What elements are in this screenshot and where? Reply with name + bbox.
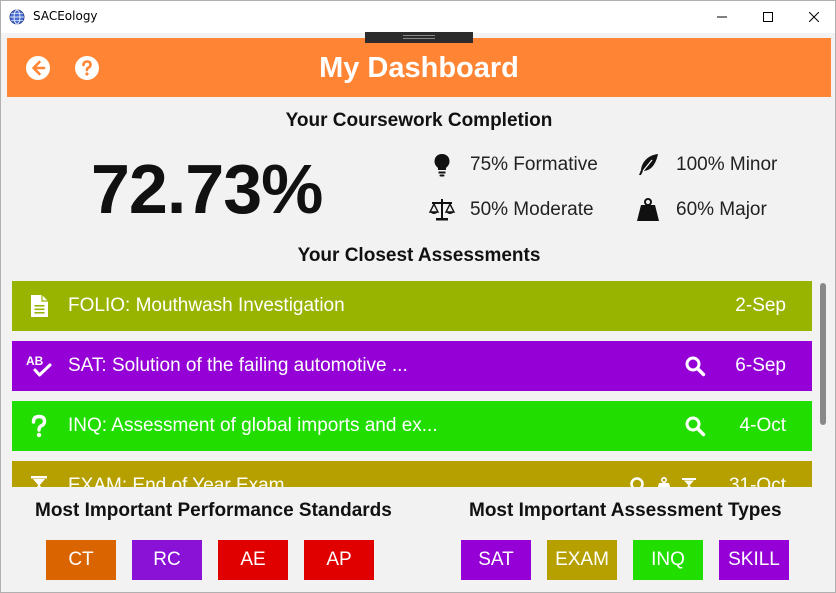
svg-text:AB: AB [26, 354, 44, 368]
assessment-date: 31-Oct [728, 475, 786, 487]
feather-icon [639, 154, 658, 175]
assessment-date: 6-Sep [735, 355, 786, 376]
assessment-list[interactable]: FOLIO: Mouthwash Investigation 2-Sep AB … [12, 281, 812, 487]
assessment-tools [629, 476, 699, 487]
type-tag-skill[interactable]: SKILL [719, 540, 789, 580]
dashboard-header: My Dashboard [7, 38, 831, 97]
type-tag-sat[interactable]: SAT [461, 540, 531, 580]
spellcheck-icon: AB [26, 354, 52, 377]
completion-percentage: 72.73% [91, 150, 323, 228]
assessment-row[interactable]: AB SAT: Solution of the failing automoti… [12, 341, 812, 391]
assessment-date: 2-Sep [735, 295, 786, 316]
lightbulb-icon [434, 154, 450, 177]
hourglass-icon [31, 476, 47, 487]
stat-major-label: 60% Major [676, 199, 767, 220]
search-icon[interactable] [684, 415, 706, 437]
standard-tag-ap[interactable]: AP [304, 540, 374, 580]
assessment-date: 4-Oct [739, 415, 786, 436]
drag-handle[interactable] [365, 32, 473, 43]
stat-moderate: 50% Moderate [428, 196, 594, 224]
hourglass-icon [682, 478, 696, 487]
page-title: My Dashboard [319, 52, 519, 84]
document-icon [31, 295, 48, 317]
assessment-row[interactable]: INQ: Assessment of global imports and ex… [12, 401, 812, 451]
standard-tag-ct[interactable]: CT [46, 540, 116, 580]
search-icon[interactable] [629, 476, 649, 487]
stat-major: 60% Major [634, 196, 767, 224]
assessment-row[interactable]: EXAM: End of Year Exam 31-Oct [12, 461, 812, 487]
standard-tag-rc[interactable]: RC [132, 540, 202, 580]
globe-icon [9, 9, 25, 25]
assessment-title: INQ: Assessment of global imports and ex… [68, 415, 438, 436]
types-heading: Most Important Assessment Types [469, 500, 782, 521]
standards-heading: Most Important Performance Standards [35, 500, 392, 521]
weight-icon [657, 476, 671, 487]
type-tag-inq[interactable]: INQ [633, 540, 703, 580]
stat-minor-label: 100% Minor [676, 154, 778, 175]
completion-heading: Your Coursework Completion [285, 110, 553, 131]
close-button[interactable] [791, 1, 835, 33]
weight-icon [637, 198, 659, 221]
assessments-heading: Your Closest Assessments [297, 245, 541, 266]
minimize-button[interactable] [699, 1, 745, 33]
question-icon [31, 414, 47, 438]
search-icon[interactable] [684, 355, 706, 377]
maximize-icon [763, 12, 773, 22]
app-window: SACEology My Dashboard Your Coursework C… [0, 0, 836, 593]
stat-minor: 100% Minor [634, 151, 777, 179]
minimize-icon [717, 16, 727, 18]
maximize-button[interactable] [745, 1, 791, 33]
stat-formative-label: 75% Formative [470, 154, 598, 175]
assessment-row[interactable]: FOLIO: Mouthwash Investigation 2-Sep [12, 281, 812, 331]
standard-tag-ae[interactable]: AE [218, 540, 288, 580]
close-icon [809, 12, 819, 22]
title-bar[interactable]: SACEology [1, 1, 835, 33]
type-tag-exam[interactable]: EXAM [547, 540, 617, 580]
scale-balance-icon [428, 199, 456, 221]
window-title: SACEology [33, 9, 98, 23]
assessment-list-scrollbar[interactable] [820, 283, 826, 425]
stat-moderate-label: 50% Moderate [470, 199, 594, 220]
assessment-title: SAT: Solution of the failing automotive … [68, 355, 408, 376]
assessment-title: FOLIO: Mouthwash Investigation [68, 295, 345, 316]
stat-formative: 75% Formative [428, 151, 598, 179]
assessment-title: EXAM: End of Year Exam [68, 475, 285, 487]
